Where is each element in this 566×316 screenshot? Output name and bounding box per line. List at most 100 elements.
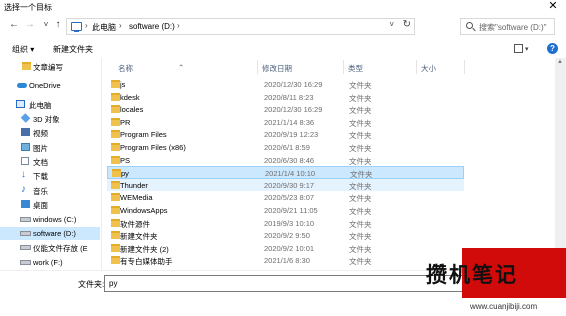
file-name: Program Files (x86) [120,143,186,152]
download-icon: ↓ [21,169,26,180]
file-date: 2021/1/4 10:10 [265,169,316,179]
sidebar-item-pictures[interactable]: 图片 [0,141,100,154]
forward-arrow-icon[interactable]: → [24,19,36,31]
column-header-date[interactable]: 修改日期 [262,63,292,74]
sidebar-item-windows-c[interactable]: windows (C:) [0,213,100,226]
folder-icon [111,243,120,252]
chevron-right-icon[interactable]: › [177,21,180,30]
sidebar-item-3d-objects[interactable]: 3D 对象 [0,112,100,125]
file-row[interactable]: 有专白媒体助手 2021/1/6 8:30 文件夹 [107,254,464,267]
scroll-up-icon[interactable]: ▲ [557,59,563,65]
file-name: WindowsApps [120,206,168,215]
column-divider[interactable] [257,60,258,74]
new-folder-button[interactable]: 新建文件夹 [53,44,93,55]
refresh-icon[interactable]: ↻ [403,19,411,30]
sidebar-item-label: 视频 [33,129,48,138]
file-date: 2020/9/21 11:05 [264,206,318,215]
file-row[interactable]: js 2020/12/30 16:29 文件夹 [107,78,464,91]
help-icon[interactable]: ? [547,43,558,54]
sidebar-item-music[interactable]: ♪ 音乐 [0,184,100,197]
vertical-scrollbar[interactable]: ▲ ▼ [555,58,566,270]
file-type: 文件夹 [349,144,372,153]
search-box[interactable]: 搜索"software (D:)" [460,18,555,35]
file-date: 2020/5/23 8:07 [264,193,315,203]
file-type: 文件夹 [349,194,372,204]
file-row-selected[interactable]: py 2021/1/4 10:10 文件夹 [107,166,464,179]
sidebar-item-label: 下载 [33,172,48,181]
recent-locations-icon[interactable]: ˅ [40,19,52,31]
file-row[interactable]: PS 2020/6/30 8:46 文件夹 [107,154,464,167]
chevron-right-icon[interactable]: › [119,21,122,30]
folder-icon [111,180,120,189]
folder-icon [112,169,121,178]
column-divider[interactable] [343,60,344,74]
navigation-pane: 文章编写 OneDrive 此电脑 3D 对象 视频 图片 文档 ↓ 下载 ♪ … [0,58,100,270]
pc-icon [16,100,25,108]
file-type: 文件夹 [349,257,372,267]
sidebar-item-videos[interactable]: 视频 [0,126,100,139]
file-name: PS [120,155,131,165]
sidebar-item-label: OneDrive [29,81,61,90]
video-icon [21,128,30,136]
sidebar-item-label: 文档 [33,158,48,167]
file-name: 有专白媒体助手 [120,257,173,267]
sidebar-item-e-drive[interactable]: 仪能文件存放 (E [0,241,100,254]
up-arrow-icon[interactable]: ↑ [52,19,64,31]
file-type: 文件夹 [349,81,372,90]
column-header-name[interactable]: 名称 [118,63,133,74]
file-row[interactable]: 软件源件 2019/9/3 10:10 文件夹 [107,217,464,230]
file-name: py [121,169,129,179]
sort-ascending-icon: ⌃ [178,63,185,72]
file-row[interactable]: WindowsApps 2020/9/21 11:05 文件夹 [107,204,464,217]
file-list: ⌃ 名称 修改日期 类型 大小 js 2020/12/30 16:29 文件夹 … [102,58,555,270]
file-row[interactable]: locales 2020/12/30 16:29 文件夹 [107,103,464,116]
file-row[interactable]: PR 2021/1/14 8:36 文件夹 [107,116,464,129]
file-date: 2020/9/30 9:17 [264,180,315,190]
sidebar-item-this-pc[interactable]: 此电脑 [0,98,100,111]
sidebar-item-onedrive[interactable]: OneDrive [0,79,100,92]
file-row[interactable]: Program Files (x86) 2020/6/1 8:59 文件夹 [107,141,464,154]
close-icon[interactable]: ✕ [546,0,560,14]
sidebar-item-desktop[interactable]: 桌面 [0,198,100,211]
folder-icon [111,218,120,227]
command-bar: 组织 ▾ 新建文件夹 ▾ ? [0,40,566,58]
file-type: 文件夹 [349,181,372,191]
file-name: Program Files [120,130,167,140]
breadcrumb-this-pc[interactable]: 此电脑 [92,22,116,33]
file-type: 文件夹 [349,118,372,128]
sidebar-item-documents[interactable]: 文档 [0,155,100,168]
file-name: 软件源件 [120,219,150,229]
sidebar-item-downloads[interactable]: ↓ 下载 [0,169,100,182]
file-row[interactable]: 新建文件夹 (2) 2020/9/2 10:01 文件夹 [107,242,464,255]
search-placeholder: 搜索"software (D:)" [479,23,547,32]
folder-icon [111,231,120,240]
sidebar-item-software-d[interactable]: software (D:) [0,227,100,240]
file-name: kdesk [120,92,140,102]
file-date: 2020/6/1 8:59 [264,143,310,152]
window-title: 选择一个目标 [4,3,52,12]
breadcrumb-software-d[interactable]: software (D:) [129,22,175,31]
view-options-button[interactable]: ▾ [514,43,530,55]
column-divider[interactable] [416,60,417,74]
file-row[interactable]: WEMedia 2020/5/23 8:07 文件夹 [107,191,464,204]
file-row[interactable]: 新建文件夹 2020/9/2 9:50 文件夹 [107,229,464,242]
sidebar-item-article-writing[interactable]: 文章编写 [0,60,100,73]
organize-button[interactable]: 组织 ▾ [12,44,34,55]
file-row[interactable]: Program Files 2020/9/19 12:23 文件夹 [107,128,464,141]
folder-icon [111,117,120,126]
chevron-down-icon[interactable]: ˅ [389,20,394,29]
file-row[interactable]: kdesk 2020/8/11 8:23 文件夹 [107,91,464,104]
file-row-hover[interactable]: Thunder 2020/9/30 9:17 文件夹 [107,178,464,192]
folder-icon [111,193,120,202]
back-arrow-icon[interactable]: ← [8,19,20,31]
folder-icon [111,80,120,88]
file-date: 2019/9/3 10:10 [264,218,315,228]
file-date: 2021/1/14 8:36 [264,117,315,127]
sidebar-item-label: 图片 [33,144,48,153]
column-divider[interactable] [464,60,465,74]
address-bar[interactable]: › 此电脑 › software (D:) › ˅ ↻ [66,18,415,35]
column-header-type[interactable]: 类型 [348,63,363,74]
column-header-size[interactable]: 大小 [421,63,436,74]
sidebar-item-work-f[interactable]: work (F:) [0,256,100,269]
chevron-right-icon[interactable]: › [85,21,88,30]
